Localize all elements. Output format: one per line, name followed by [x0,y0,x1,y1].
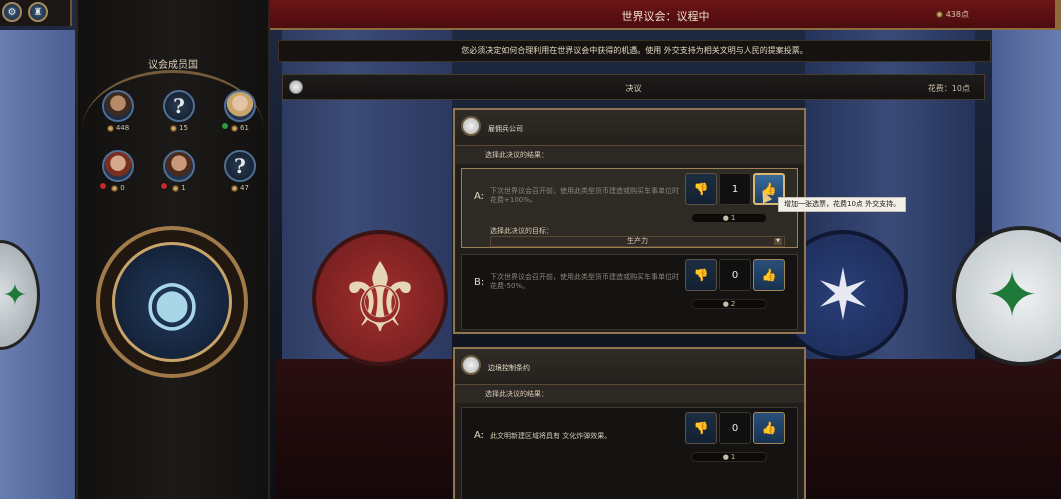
vote-controls: 👎 0 👍 [685,259,785,291]
favor-total-value: 438点 [945,10,969,19]
member-slot[interactable]: ? 15 [159,90,199,144]
vote-tally-value: 1 [730,453,736,461]
resolution-card: 雇佣兵公司 选择此决议的结果： A: 下次世界议会召开前，使用此类型货币建造或购… [453,108,806,334]
vote-tally-value: 2 [730,300,736,308]
favor-icon [111,184,119,192]
government-icon[interactable]: ♜ [28,2,48,22]
member-favor-count: 0 [120,184,125,192]
resolution-header: 边境控制条约 [455,349,804,385]
member-slot[interactable]: 0 [98,150,138,204]
member-slot[interactable]: ? 47 [220,150,260,204]
unknown-leader-icon[interactable]: ? [163,90,195,122]
option-letter: A: [474,430,485,441]
vote-down-button[interactable]: 👎 [685,412,717,444]
target-dropdown[interactable]: 生产力 ▼ [490,236,785,247]
unknown-leader-icon[interactable]: ? [224,150,256,182]
resolution-header: 雇佣兵公司 [455,110,804,146]
vote-tooltip: 增加一张选票，花费10点 外交支持。 [778,197,907,212]
resolution-globe-icon [461,355,481,375]
option-description: 下次世界议会召开前，使用此类型货币建造或购买车事单位时花费+100%。 [490,187,679,204]
outcome-option-a[interactable]: A: 下次世界议会召开前，使用此类型货币建造或购买车事单位时花费+100%。 👎… [461,168,798,248]
favor-icon [106,124,114,132]
resolutions-header-label: 决议 [625,84,642,93]
members-panel-title: 议会成员国 [148,60,198,71]
outcome-option-b[interactable]: B: 下次世界议会召开前，使用此类型货币建造或购买车事单位时花费-50%。 👎 … [461,254,798,330]
fleur-de-lis-emblem-icon: ⚜ [312,230,448,366]
science-icon[interactable]: ⚙ [2,2,22,22]
title-bar-endcap [1055,0,1061,30]
leader-portrait[interactable] [102,150,134,182]
target-dropdown-value: 生产力 [627,237,648,245]
vote-tally: ● 1 [691,213,767,223]
member-favor-count: 61 [240,124,249,132]
vote-count: 0 [719,412,751,444]
option-description: 此文明新建区域将具有 文化炸弹效果。 [490,432,612,440]
resolution-name: 边境控制条约 [488,364,530,372]
choose-outcome-label: 选择此决议的结果： [455,146,804,164]
instruction-banner: 您必须决定如何合理利用在世界议会中获得的机遇。使用 外交支持为相关文明与人民的提… [278,40,991,62]
status-friendly-icon [221,122,229,130]
choose-outcome-label: 选择此决议的结果： [455,385,804,403]
resolutions-header: 决议 花费：10点 [282,74,985,100]
vote-count: 0 [719,259,751,291]
option-description: 下次世界议会召开前，使用此类型货币建造或购买车事单位时花费-50%。 [490,273,679,290]
vote-cost: 花费：10点 [928,83,970,94]
resolution-globe-icon [461,116,481,136]
member-favor-count: 47 [240,184,249,192]
world-globe-icon: ◉ [112,242,232,362]
favor-icon [170,124,178,132]
member-slot[interactable]: 1 [159,150,199,204]
vote-down-button[interactable]: 👎 [685,259,717,291]
person-icon: ● [722,453,729,461]
person-icon: ● [722,300,729,308]
favor-icon [935,11,943,18]
favor-total: 438点 [935,9,969,20]
favor-icon [172,184,180,192]
vote-cost-value: 花费：10点 [927,84,970,93]
vote-tally: ● 1 [691,452,767,462]
member-favor-count: 448 [115,124,130,132]
leader-portrait[interactable] [163,150,195,182]
top-left-launcher: ⚙ ♜ [0,0,72,26]
favor-icon [231,124,239,132]
option-letter: A: [474,191,485,202]
member-favor-count: 15 [179,124,188,132]
vote-tooltip-text: 增加一张选票，花费10点 外交支持。 [784,200,901,208]
vote-up-button[interactable]: 👍 [753,412,785,444]
resolution-card: 边境控制条约 选择此决议的结果： A: 此文明新建区域将具有 文化炸弹效果。 👎… [453,347,806,499]
status-hostile-icon [160,182,168,190]
leader-portrait[interactable] [224,90,256,122]
vote-count: 1 [719,173,751,205]
world-congress-emblem: ◉ [96,226,248,378]
vote-tally: ● 2 [691,299,767,309]
leader-portrait[interactable] [102,90,134,122]
favor-icon [231,184,239,192]
target-label: 选择此决议的目标： [490,227,553,235]
person-icon: ● [722,214,729,222]
vote-down-button[interactable]: 👎 [685,173,717,205]
member-favor-count: 1 [181,184,186,192]
resolution-name: 雇佣兵公司 [488,125,523,133]
outcome-option-a[interactable]: A: 此文明新建区域将具有 文化炸弹效果。 👎 0 👍 ● 1 [461,407,798,499]
chevron-down-icon[interactable]: ▼ [774,238,782,245]
option-letter: B: [474,277,485,288]
title-bar: 世界议会：议程中 438点 [270,0,1061,30]
status-hostile-icon [99,182,107,190]
member-slot[interactable]: 61 [220,90,260,144]
vote-up-button[interactable]: 👍 [753,259,785,291]
vote-tally-value: 1 [730,214,736,222]
member-slot[interactable]: 448 [98,90,138,144]
vote-controls: 👎 0 👍 [685,412,785,444]
